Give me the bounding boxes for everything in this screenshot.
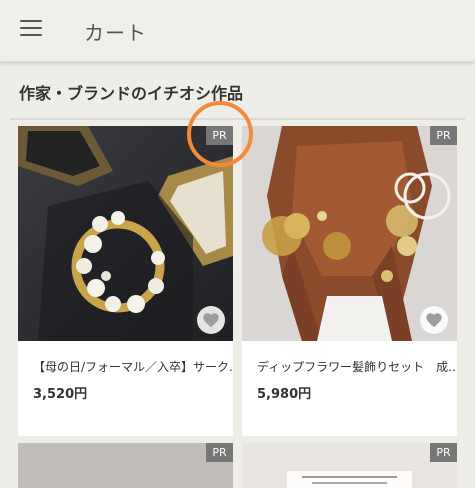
product-card-1[interactable]: PR 【母の日/フォーマル／入卒】サーク... 3,520円: [18, 126, 233, 436]
product-card-3[interactable]: PR: [18, 443, 233, 488]
product-name[interactable]: 【母の日/フォーマル／入卒】サーク...: [33, 358, 233, 375]
hamburger-menu-icon: [20, 20, 42, 22]
product-price: 5,980円: [257, 387, 312, 402]
product-name[interactable]: ディップフラワー髪飾りセット 成...: [257, 358, 457, 375]
section-title: 作家・ブランドのイチオシ作品: [19, 84, 244, 103]
product-image: [18, 443, 233, 488]
product-price: 3,520円: [33, 387, 88, 402]
favorite-button[interactable]: [197, 306, 225, 334]
pr-badge: PR: [430, 126, 457, 145]
heart-icon: [426, 313, 442, 328]
favorite-button[interactable]: [420, 306, 448, 334]
page-title: カート: [84, 21, 147, 45]
highlight-ring: [187, 101, 253, 167]
product-image: [242, 443, 457, 488]
heart-icon: [203, 313, 219, 328]
menu-button[interactable]: [20, 20, 44, 40]
pr-badge: PR: [206, 443, 233, 462]
app-bar: カート: [0, 0, 475, 62]
product-card-2[interactable]: PR ディップフラワー髪飾りセット 成... 5,980円: [242, 126, 457, 436]
product-card-4[interactable]: PR: [242, 443, 457, 488]
pr-badge: PR: [430, 443, 457, 462]
